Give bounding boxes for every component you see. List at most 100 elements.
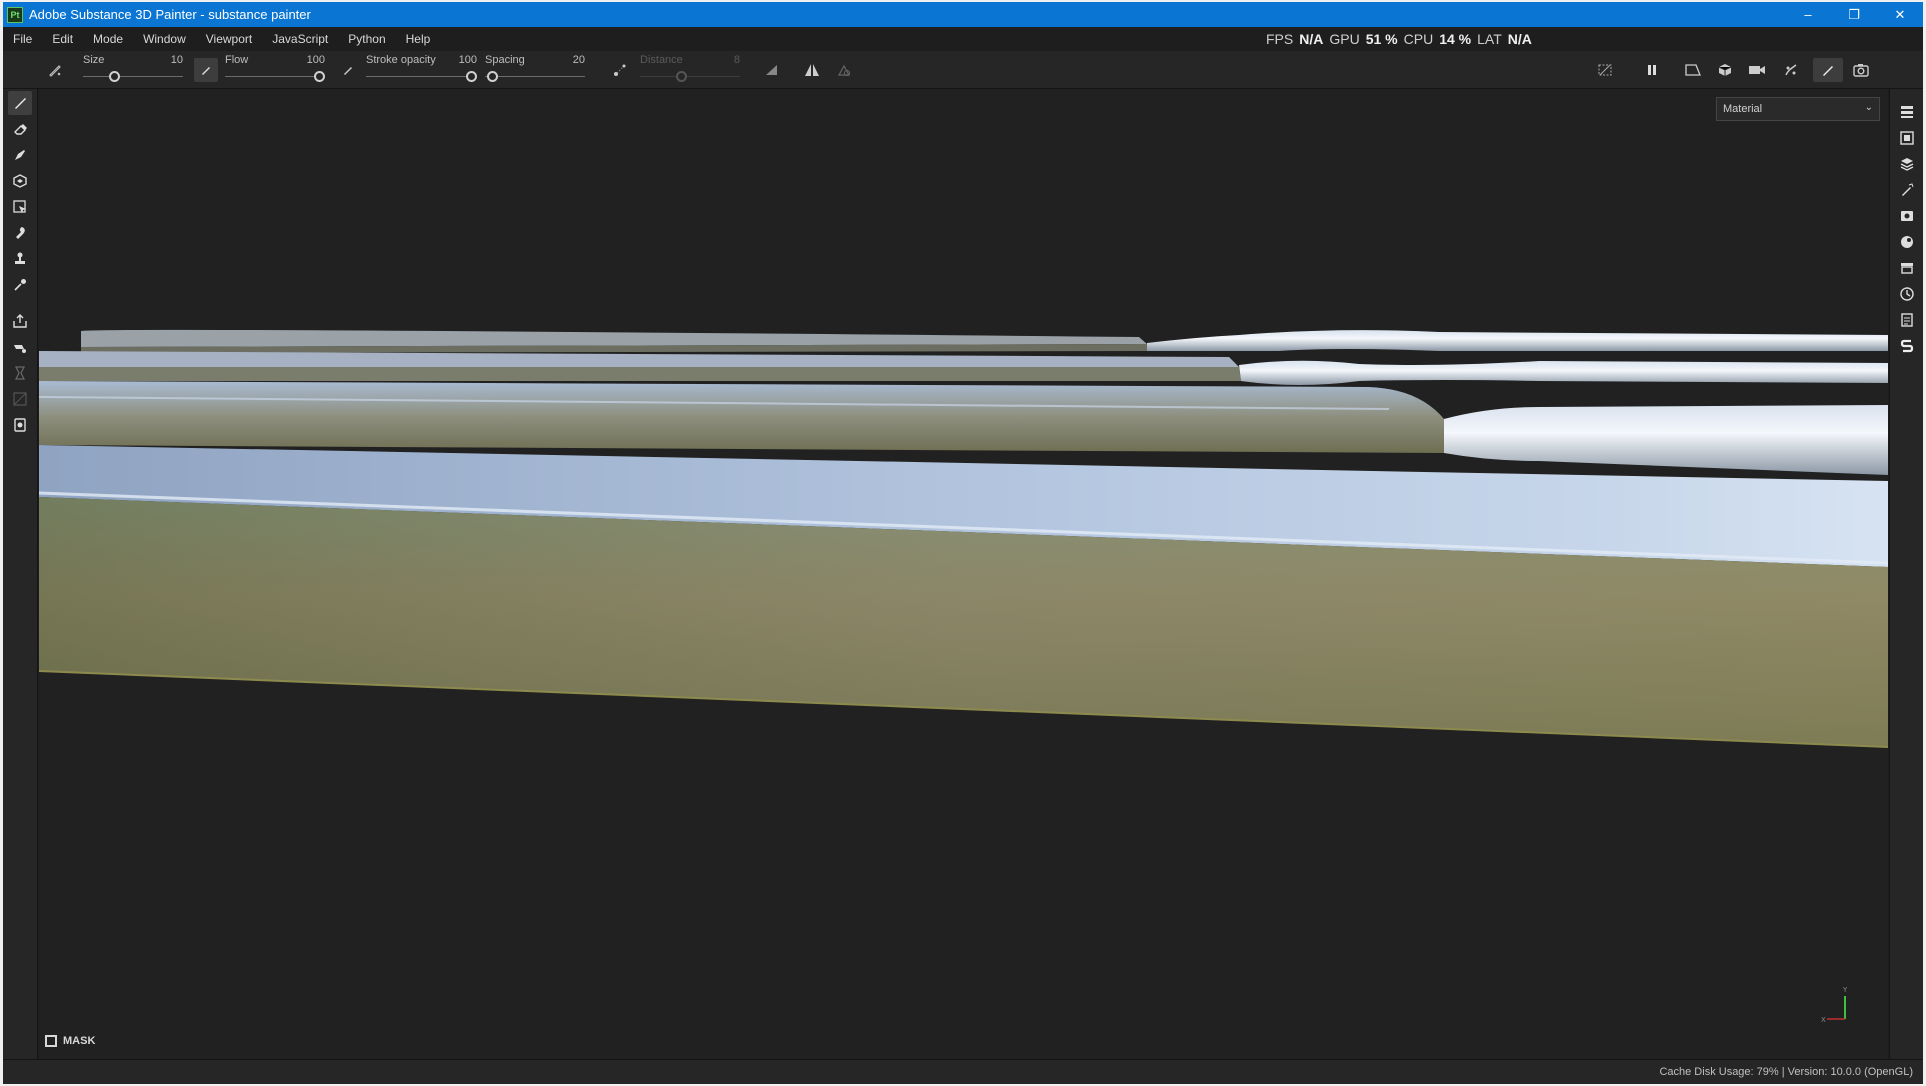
painting-mode-brush-icon[interactable] [1813,58,1843,82]
3d-viewport[interactable]: Material ⌄ MASK Y X [39,89,1888,1059]
shader-settings-icon[interactable] [1896,231,1918,253]
window-title: Adobe Substance 3D Painter - substance p… [29,7,311,22]
mask-label: MASK [63,1035,96,1047]
menu-help[interactable]: Help [396,32,441,46]
distance-knob [676,71,687,82]
pause-render-button[interactable] [1640,58,1664,82]
viewport-render [39,329,1888,748]
bake-mesh-maps-tool-icon[interactable] [8,335,32,359]
menu-window[interactable]: Window [133,32,196,46]
substance-share-icon[interactable] [1896,335,1918,357]
app-window: Pt Adobe Substance 3D Painter - substanc… [3,2,1923,1084]
texture-set-settings-icon[interactable] [1896,127,1918,149]
spacing-knob[interactable] [487,71,498,82]
alignment-icon[interactable] [760,58,784,82]
lat-value: N/A [1507,31,1532,47]
screenshot-camera-icon[interactable] [1849,58,1873,82]
menu-python[interactable]: Python [338,32,395,46]
size-knob[interactable] [109,71,120,82]
size-value: 10 [170,54,183,66]
display-settings-icon[interactable] [1896,205,1918,227]
status-bar: Cache Disk Usage: 79% | Version: 10.0.0 … [3,1059,1923,1084]
menu-bar: File Edit Mode Window Viewport JavaScrip… [3,27,1923,51]
display-mode-cube-icon[interactable] [1713,58,1737,82]
flow-slider[interactable]: Flow 100 [225,51,325,89]
geometry-mask-tool-icon[interactable] [8,361,32,385]
stroke-opacity-slider[interactable]: Stroke opacity 100 [366,51,477,89]
viewport-mode-2d3d-icon[interactable] [1681,58,1705,82]
distance-slider: Distance 8 [640,51,740,89]
stroke-opacity-knob[interactable] [466,71,477,82]
right-toolbar [1889,89,1923,1059]
fps-value: N/A [1299,31,1324,47]
minimize-button[interactable]: – [1785,2,1831,27]
assets-shelf-icon[interactable] [1896,257,1918,279]
spacing-label: Spacing [485,54,525,66]
flow-label: Flow [225,54,249,66]
log-icon[interactable] [1896,309,1918,331]
size-slider[interactable]: Size 10 [83,51,183,89]
menu-file[interactable]: File [3,32,42,46]
symmetry-icon[interactable] [800,58,824,82]
eraser-tool-icon[interactable] [8,117,32,141]
clone-stamp-tool-icon[interactable] [8,247,32,271]
texture-set-list-icon[interactable] [1896,101,1918,123]
flow-value: 100 [306,54,325,66]
mask-checkbox[interactable] [45,1035,57,1047]
cpu-label: CPU [1403,31,1434,47]
spacing-slider[interactable]: Spacing 20 [485,51,585,89]
channel-select[interactable]: Material ⌄ [1716,97,1880,121]
tool-options-bar: Size 10 Flow 100 Stroke opacity 100 Spac… [3,51,1923,89]
camera-video-icon[interactable] [1745,58,1769,82]
selection-tool-icon[interactable] [8,195,32,219]
axis-y-label: Y [1842,986,1848,994]
measure-tool-icon[interactable] [8,413,32,437]
flow-track [225,76,325,77]
distance-label: Distance [640,54,683,66]
distance-value: 8 [733,54,740,66]
projection-tool-icon[interactable] [8,143,32,167]
history-icon[interactable] [1896,283,1918,305]
stroke-opacity-label: Stroke opacity [366,54,436,66]
mask-toggle[interactable]: MASK [45,1035,95,1047]
spacing-value: 20 [572,54,585,66]
chevron-down-icon: ⌄ [1864,102,1873,113]
bake-icon[interactable] [1779,58,1803,82]
menu-edit[interactable]: Edit [42,32,83,46]
properties-brush-icon[interactable] [1896,179,1918,201]
cache-version-status: Cache Disk Usage: 79% | Version: 10.0.0 … [1659,1066,1913,1078]
export-tool-icon[interactable] [8,309,32,333]
hide-ui-icon[interactable] [1593,58,1617,82]
color-picker-tool-icon[interactable] [8,273,32,297]
smudge-tool-icon[interactable] [8,221,32,245]
fps-label: FPS [1266,31,1294,47]
pen-pressure-toggle[interactable] [194,58,218,82]
lat-label: LAT [1477,31,1502,47]
window-controls: – ❐ ✕ [1785,2,1923,27]
flow-knob[interactable] [314,71,325,82]
size-label: Size [83,54,105,66]
menu-viewport[interactable]: Viewport [196,32,262,46]
stroke-opacity-track [366,76,477,77]
maximize-button[interactable]: ❐ [1831,2,1877,27]
size-track [83,76,183,77]
menu-javascript[interactable]: JavaScript [262,32,338,46]
stroke-opacity-value: 100 [458,54,477,66]
left-toolbar [3,89,38,1059]
symmetry-settings-icon[interactable] [832,58,856,82]
lazy-mouse-icon[interactable] [608,58,632,82]
polygon-fill-tool-icon[interactable] [8,169,32,193]
axis-gizmo: Y X [1819,984,1859,1029]
cpu-value: 14 % [1439,31,1472,47]
close-button[interactable]: ✕ [1877,2,1923,27]
paint-brush-tool-icon[interactable] [8,91,32,115]
gpu-value: 51 % [1365,31,1398,47]
spacing-track [485,76,585,77]
uv-tool-icon[interactable] [8,387,32,411]
layers-icon[interactable] [1896,153,1918,175]
menu-mode[interactable]: Mode [83,32,133,46]
channel-select-value: Material [1723,103,1763,115]
flow-pressure-toggle[interactable] [336,58,360,82]
axis-x-label: X [1821,1016,1826,1024]
brush-preset-icon[interactable] [43,58,67,82]
